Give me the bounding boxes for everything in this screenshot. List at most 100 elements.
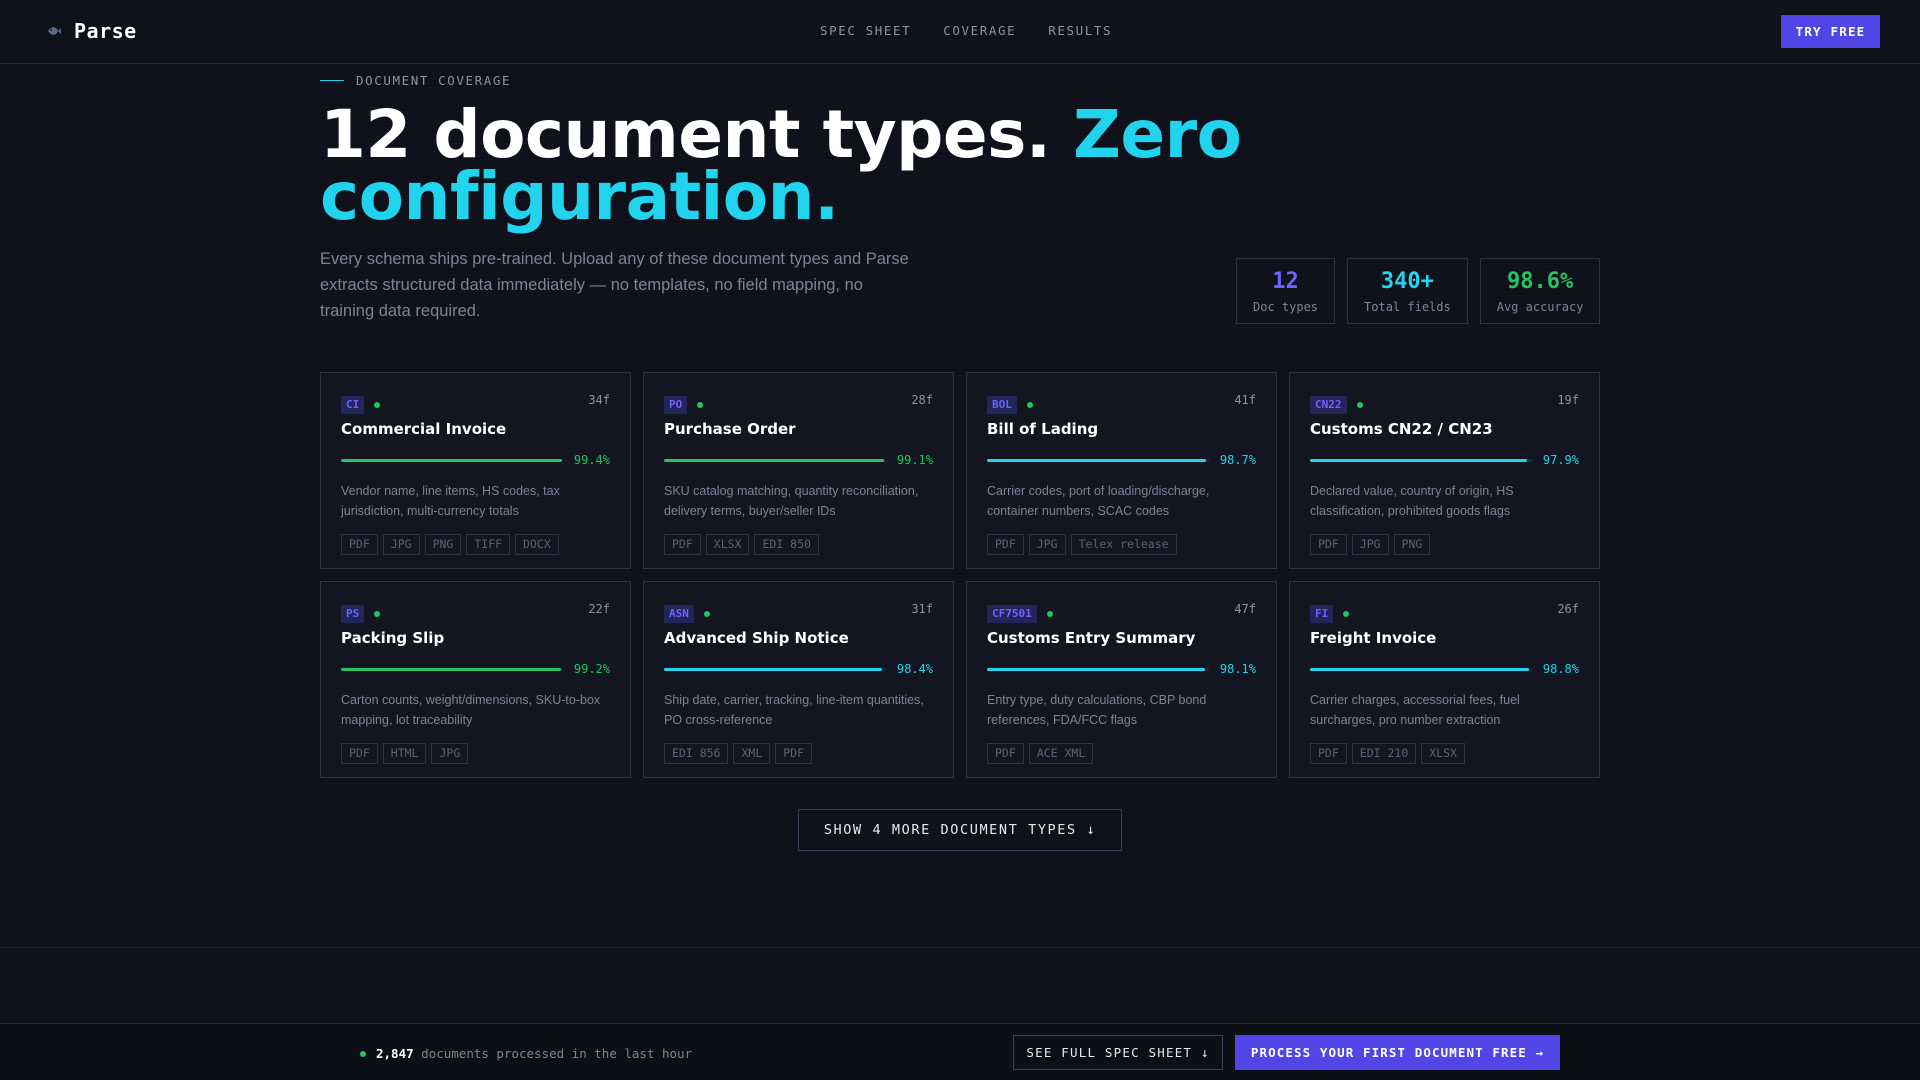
format-tags: PDF XLSX EDI 850 (664, 534, 933, 555)
eyebrow-text: DOCUMENT COVERAGE (356, 73, 512, 88)
top-nav: Parse SPEC SHEET COVERAGE RESULTS TRY FR… (0, 0, 1920, 64)
accuracy-bar-fill (987, 458, 1207, 462)
format-tags: PDF ACE XML (987, 743, 1256, 764)
doc-code-badge: CF7501 (987, 605, 1037, 623)
page-title: 12 document types. Zero configuration. (320, 102, 1320, 230)
try-free-button[interactable]: TRY FREE (1781, 15, 1880, 48)
card-header: CI (341, 396, 610, 414)
format-tags: PDF JPG PNG (1310, 534, 1579, 555)
status-dot-icon (1343, 611, 1350, 617)
nav-link-spec-sheet[interactable]: SPEC SHEET (820, 23, 911, 38)
format-tags: PDF JPG PNG TIFF DOCX (341, 534, 610, 555)
format-tag: PDF (1310, 743, 1347, 764)
field-count: 26f (1557, 602, 1579, 616)
doc-type-card[interactable]: CF7501 47f Customs Entry Summary 98.1% E… (966, 581, 1277, 778)
doc-type-description: Entry type, duty calculations, CBP bond … (987, 693, 1207, 727)
accuracy-bar (341, 458, 563, 462)
accuracy-row: 97.9% (1310, 452, 1579, 468)
format-tag: PDF (341, 534, 378, 555)
format-tag: PNG (1393, 534, 1431, 555)
doc-type-title: Customs Entry Summary (987, 629, 1196, 647)
stat-value: 98.6% (1506, 268, 1574, 294)
doc-type-card[interactable]: CN22 19f Customs CN22 / CN23 97.9% Decla… (1289, 372, 1600, 569)
format-tag: PDF (987, 534, 1024, 555)
stat-label: Avg accuracy (1496, 299, 1584, 314)
stat-value: 12 (1272, 268, 1299, 294)
doc-code-badge: FI (1310, 605, 1334, 623)
doc-type-description: Declared value, country of origin, HS cl… (1310, 484, 1514, 518)
doc-type-card[interactable]: ASN 31f Advanced Ship Notice 98.4% Ship … (643, 581, 954, 778)
accuracy-bar (664, 667, 886, 671)
format-tags: PDF EDI 210 XLSX (1310, 743, 1579, 764)
accuracy-bar (341, 667, 563, 671)
accuracy-value: 98.8% (1542, 662, 1579, 676)
doc-type-card[interactable]: PS 22f Packing Slip 99.2% Carton counts,… (320, 581, 631, 778)
status-dot-icon (1026, 402, 1033, 408)
card-header: FI (1310, 605, 1579, 623)
eyebrow-line (320, 80, 344, 81)
accuracy-value: 99.1% (896, 453, 933, 467)
accuracy-bar-fill (1310, 667, 1530, 671)
accuracy-row: 99.1% (664, 452, 933, 468)
field-count: 34f (588, 393, 610, 407)
format-tag: EDI 210 (1351, 743, 1417, 764)
accuracy-value: 98.4% (896, 662, 933, 676)
card-header: ASN (664, 605, 933, 623)
status-dot-icon (703, 611, 710, 617)
accuracy-row: 98.1% (987, 661, 1256, 677)
nav-link-coverage[interactable]: COVERAGE (943, 23, 1016, 38)
accuracy-row: 99.4% (341, 452, 610, 468)
doc-type-card[interactable]: CI 34f Commercial Invoice 99.4% Vendor n… (320, 372, 631, 569)
format-tag: XML (733, 743, 771, 764)
live-dot-icon (360, 1050, 366, 1057)
status-dot-icon (1046, 611, 1053, 617)
accuracy-bar (1310, 667, 1532, 671)
brand-logo[interactable]: Parse (46, 19, 137, 43)
format-tag: JPG (1028, 534, 1066, 555)
accuracy-value: 97.9% (1542, 453, 1579, 467)
accuracy-bar (987, 667, 1209, 671)
accuracy-bar-fill (664, 458, 884, 462)
section-eyebrow: DOCUMENT COVERAGE (320, 73, 511, 88)
processed-count: 2,847 (376, 1046, 414, 1061)
status-dot-icon (374, 402, 381, 408)
field-count: 41f (1234, 393, 1256, 407)
accuracy-bar-fill (664, 667, 883, 671)
doc-type-card[interactable]: PO 28f Purchase Order 99.1% SKU catalog … (643, 372, 954, 569)
stat-box: 12 Doc types (1236, 258, 1336, 324)
doc-code-badge: PO (664, 396, 688, 414)
accuracy-bar-fill (341, 458, 562, 462)
doc-type-title: Advanced Ship Notice (664, 629, 849, 647)
format-tag: EDI 850 (754, 534, 819, 555)
nav-link-results[interactable]: RESULTS (1048, 23, 1112, 38)
process-document-button[interactable]: PROCESS YOUR FIRST DOCUMENT FREE → (1235, 1035, 1560, 1070)
doc-type-card[interactable]: FI 26f Freight Invoice 98.8% Carrier cha… (1289, 581, 1600, 778)
field-count: 28f (911, 393, 933, 407)
card-header: PO (664, 396, 933, 414)
status-dot-icon (374, 611, 381, 617)
see-spec-sheet-button[interactable]: SEE FULL SPEC SHEET ↓ (1013, 1035, 1223, 1070)
format-tags: EDI 856 XML PDF (664, 743, 933, 764)
format-tag: TIFF (466, 534, 511, 555)
doc-type-description: SKU catalog matching, quantity reconcili… (664, 484, 919, 518)
accuracy-bar-fill (341, 667, 562, 671)
card-header: BOL (987, 396, 1256, 414)
format-tag: PDF (341, 743, 378, 764)
format-tag: PDF (987, 743, 1024, 764)
doc-type-title: Bill of Lading (987, 420, 1099, 438)
live-status: 2,847 documents processed in the last ho… (360, 1046, 692, 1061)
format-tag: XLSX (705, 534, 750, 555)
stat-box: 98.6% Avg accuracy (1479, 258, 1601, 324)
doc-type-description: Carrier charges, accessorial fees, fuel … (1310, 693, 1520, 727)
accuracy-row: 98.7% (987, 452, 1256, 468)
show-more-button[interactable]: SHOW 4 MORE DOCUMENT TYPES ↓ (798, 809, 1122, 851)
card-header: CN22 (1310, 396, 1579, 414)
document-type-grid: CI 34f Commercial Invoice 99.4% Vendor n… (320, 372, 1600, 778)
field-count: 22f (588, 602, 610, 616)
doc-type-description: Vendor name, line items, HS codes, tax j… (341, 484, 560, 518)
accuracy-row: 98.8% (1310, 661, 1579, 677)
doc-code-badge: BOL (987, 396, 1017, 414)
card-header: PS (341, 605, 610, 623)
doc-type-card[interactable]: BOL 41f Bill of Lading 98.7% Carrier cod… (966, 372, 1277, 569)
format-tag: DOCX (515, 534, 559, 555)
